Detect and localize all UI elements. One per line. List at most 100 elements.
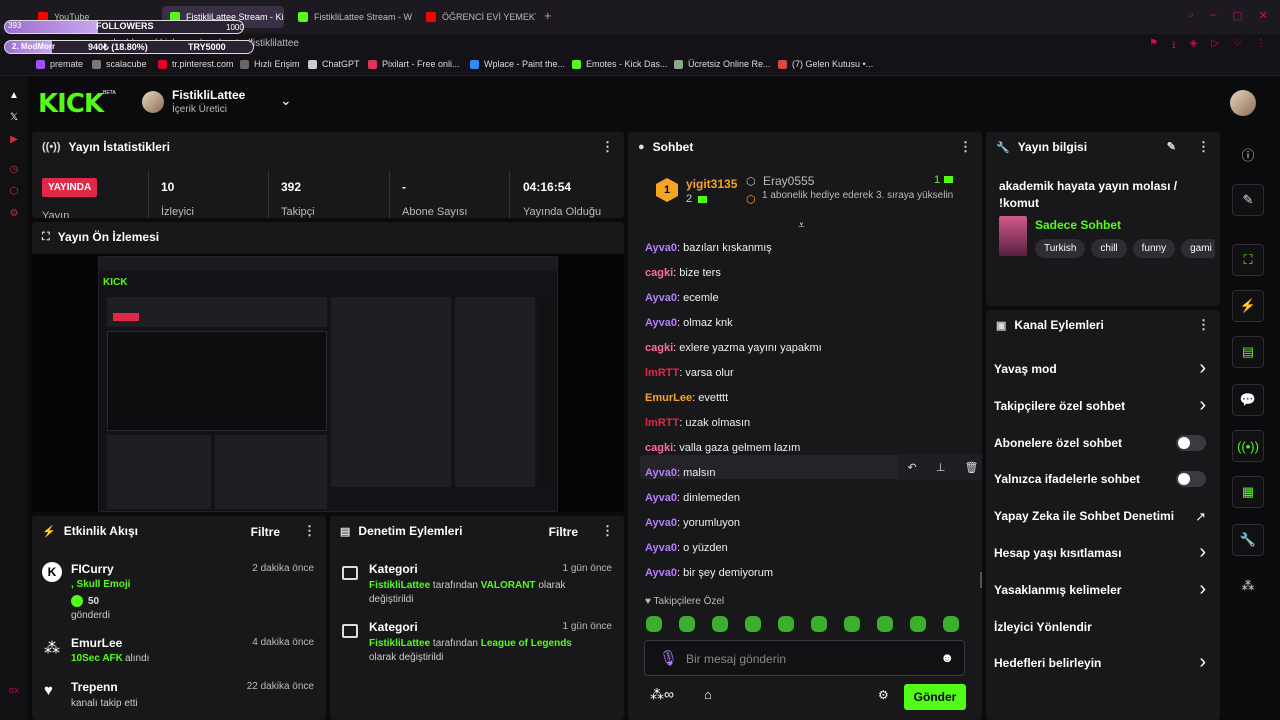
- emote-icon[interactable]: [877, 616, 893, 632]
- wrench-icon[interactable]: 🔧: [1232, 524, 1264, 556]
- channel-action-label[interactable]: Yasaklanmış kelimeler: [994, 583, 1121, 597]
- minimize-icon[interactable]: –: [1210, 9, 1216, 22]
- chat-username[interactable]: cagki: [645, 267, 673, 279]
- channel-action-label[interactable]: Yapay Zeka ile Sohbet Denetimi: [994, 509, 1174, 523]
- category-name[interactable]: Sadece Sohbet: [1035, 218, 1121, 232]
- activity-user[interactable]: Trepenn: [71, 680, 118, 694]
- chat-message[interactable]: Ayva0: olmaz knk: [645, 317, 733, 329]
- broadcast-icon[interactable]: ((•)): [1232, 430, 1264, 462]
- chevron-right-icon[interactable]: ›: [1199, 394, 1206, 417]
- more-icon[interactable]: ⋮: [601, 523, 614, 539]
- bookmark-item[interactable]: Pixilart - Free onli...: [368, 59, 460, 69]
- gear-icon[interactable]: ⚙: [878, 688, 889, 702]
- pin-icon[interactable]: ⊥: [936, 461, 946, 474]
- activity-user[interactable]: FICurry: [71, 562, 114, 576]
- bookmark-item[interactable]: Hızlı Erişim: [240, 59, 300, 69]
- settings-icon[interactable]: ⚙: [8, 208, 20, 220]
- bookmark-icon[interactable]: ⚑: [1149, 38, 1158, 55]
- store-icon[interactable]: ⌂: [704, 687, 712, 702]
- kick-points-icon[interactable]: ⁂∞: [650, 686, 674, 703]
- delete-icon[interactable]: 🗑: [964, 461, 978, 474]
- channel-action-label[interactable]: Hesap yaşı kısıtlaması: [994, 546, 1121, 560]
- chevron-down-icon[interactable]: ⌄: [280, 92, 292, 109]
- top-gifter-name[interactable]: yigit3135: [686, 177, 737, 191]
- chat-username[interactable]: Ayva0: [645, 517, 677, 529]
- filter-button[interactable]: Filtre: [549, 525, 578, 539]
- play-icon[interactable]: ▷: [1211, 38, 1219, 55]
- more-icon[interactable]: ⋮: [601, 139, 614, 155]
- bookmark-item[interactable]: (7) Gelen Kutusu •...: [778, 59, 873, 69]
- bolt-icon[interactable]: ⚡: [1232, 290, 1264, 322]
- emote-icon[interactable]: [778, 616, 794, 632]
- bookmark-item[interactable]: scalacube: [92, 59, 147, 69]
- bookmark-item[interactable]: premate: [36, 59, 83, 69]
- chat-username[interactable]: Ayva0: [645, 292, 677, 304]
- shield-icon[interactable]: ◈: [1190, 38, 1198, 55]
- channel-action-label[interactable]: Takipçilere özel sohbet: [994, 399, 1125, 413]
- bookmark-item[interactable]: Emotes - Kick Das...: [572, 59, 668, 69]
- chat-username[interactable]: Ayva0: [645, 492, 677, 504]
- more-icon[interactable]: ⋮: [1197, 317, 1210, 333]
- chat-message[interactable]: Ayva0: o yüzden: [645, 542, 728, 554]
- chat-username[interactable]: lmRTT: [645, 417, 679, 429]
- bookmark-item[interactable]: tr.pinterest.com: [158, 59, 234, 69]
- chat-username[interactable]: EmurLee: [645, 392, 692, 404]
- bookmark-item[interactable]: Wplace - Paint the...: [470, 59, 565, 69]
- chat-username[interactable]: Ayva0: [645, 467, 677, 479]
- chat-username[interactable]: Ayva0: [645, 317, 677, 329]
- history-icon[interactable]: ◷: [8, 164, 20, 176]
- chevron-right-icon[interactable]: ›: [1199, 357, 1206, 380]
- chat-input[interactable]: 🎙 Bir mesaj gönderin ☻: [644, 640, 965, 676]
- edit-icon[interactable]: ✎: [1232, 184, 1264, 216]
- filter-button[interactable]: Filtre: [251, 525, 280, 539]
- puzzle-icon[interactable]: ⬡: [8, 186, 20, 198]
- menu-icon[interactable]: ⋮: [1256, 38, 1266, 55]
- second-gifter-name[interactable]: Eray0555: [763, 174, 814, 188]
- activity-user[interactable]: EmurLee: [71, 636, 122, 650]
- mic-icon[interactable]: 🎙: [659, 649, 678, 667]
- emote-icon[interactable]: [811, 616, 827, 632]
- kick-side-icon[interactable]: ▲: [8, 90, 20, 102]
- emote-icon[interactable]: [910, 616, 926, 632]
- chat-username[interactable]: cagki: [645, 342, 673, 354]
- tag[interactable]: gami: [1181, 239, 1215, 258]
- close-icon[interactable]: ✕: [1259, 9, 1268, 22]
- layout-icon[interactable]: ▦: [1232, 476, 1264, 508]
- chat-message[interactable]: Ayva0: ecemle: [645, 292, 719, 304]
- emote-icon[interactable]: [646, 616, 662, 632]
- channel-avatar[interactable]: [142, 91, 164, 113]
- chat-message[interactable]: Ayva0: bazıları kıskanmış: [645, 242, 772, 254]
- chat-username[interactable]: Ayva0: [645, 567, 677, 579]
- youtube-side-icon[interactable]: ▶: [8, 134, 20, 146]
- reply-icon[interactable]: ↶: [908, 461, 917, 474]
- chat-message[interactable]: Ayva0: bir şey demiyorum: [645, 567, 773, 579]
- kick-logo[interactable]: KICK: [38, 89, 104, 119]
- chevron-right-icon[interactable]: ›: [1199, 651, 1206, 674]
- channel-action-label[interactable]: Yavaş mod: [994, 362, 1057, 376]
- tag[interactable]: Turkish: [1035, 239, 1086, 258]
- chat-message[interactable]: cagki: exlere yazma yayını yapakmı: [645, 342, 822, 354]
- channel-action-label[interactable]: Hedefleri belirleyin: [994, 656, 1101, 670]
- channel-action-label[interactable]: Abonelere özel sohbet: [994, 436, 1122, 450]
- bookmark-item[interactable]: Ücretsiz Online Re...: [674, 59, 771, 69]
- chevron-right-icon[interactable]: ›: [1199, 578, 1206, 601]
- external-link-icon[interactable]: ↗: [1195, 509, 1206, 525]
- emote-icon[interactable]: [712, 616, 728, 632]
- channel-action-label[interactable]: Yalnızca ifadelerle sohbet: [994, 472, 1140, 486]
- more-icon[interactable]: ⋮: [959, 139, 972, 155]
- toggle-switch[interactable]: [1176, 434, 1206, 451]
- chat-username[interactable]: Ayva0: [645, 542, 677, 554]
- chat-message[interactable]: cagki: bize ters: [645, 267, 721, 279]
- chat-icon[interactable]: 💬: [1232, 384, 1264, 416]
- emote-icon[interactable]: [943, 616, 959, 632]
- tab-youtube-2[interactable]: ÖĞRENCİ EVİ YEMEKTE: [418, 6, 536, 28]
- gx-icon[interactable]: GX: [8, 686, 20, 698]
- rewards-icon[interactable]: ⁂: [1232, 570, 1264, 602]
- chat-message[interactable]: cagki: valla gaza gelmem lazım: [645, 442, 800, 454]
- emote-icon[interactable]: [679, 616, 695, 632]
- notes-icon[interactable]: ▤: [1232, 336, 1264, 368]
- tab-kick-2[interactable]: FistikliLattee Stream - Wi: [290, 6, 412, 28]
- x-icon[interactable]: 𝕏: [8, 112, 20, 124]
- chat-username[interactable]: lmRTT: [645, 367, 679, 379]
- chat-scrollbar[interactable]: [980, 572, 982, 588]
